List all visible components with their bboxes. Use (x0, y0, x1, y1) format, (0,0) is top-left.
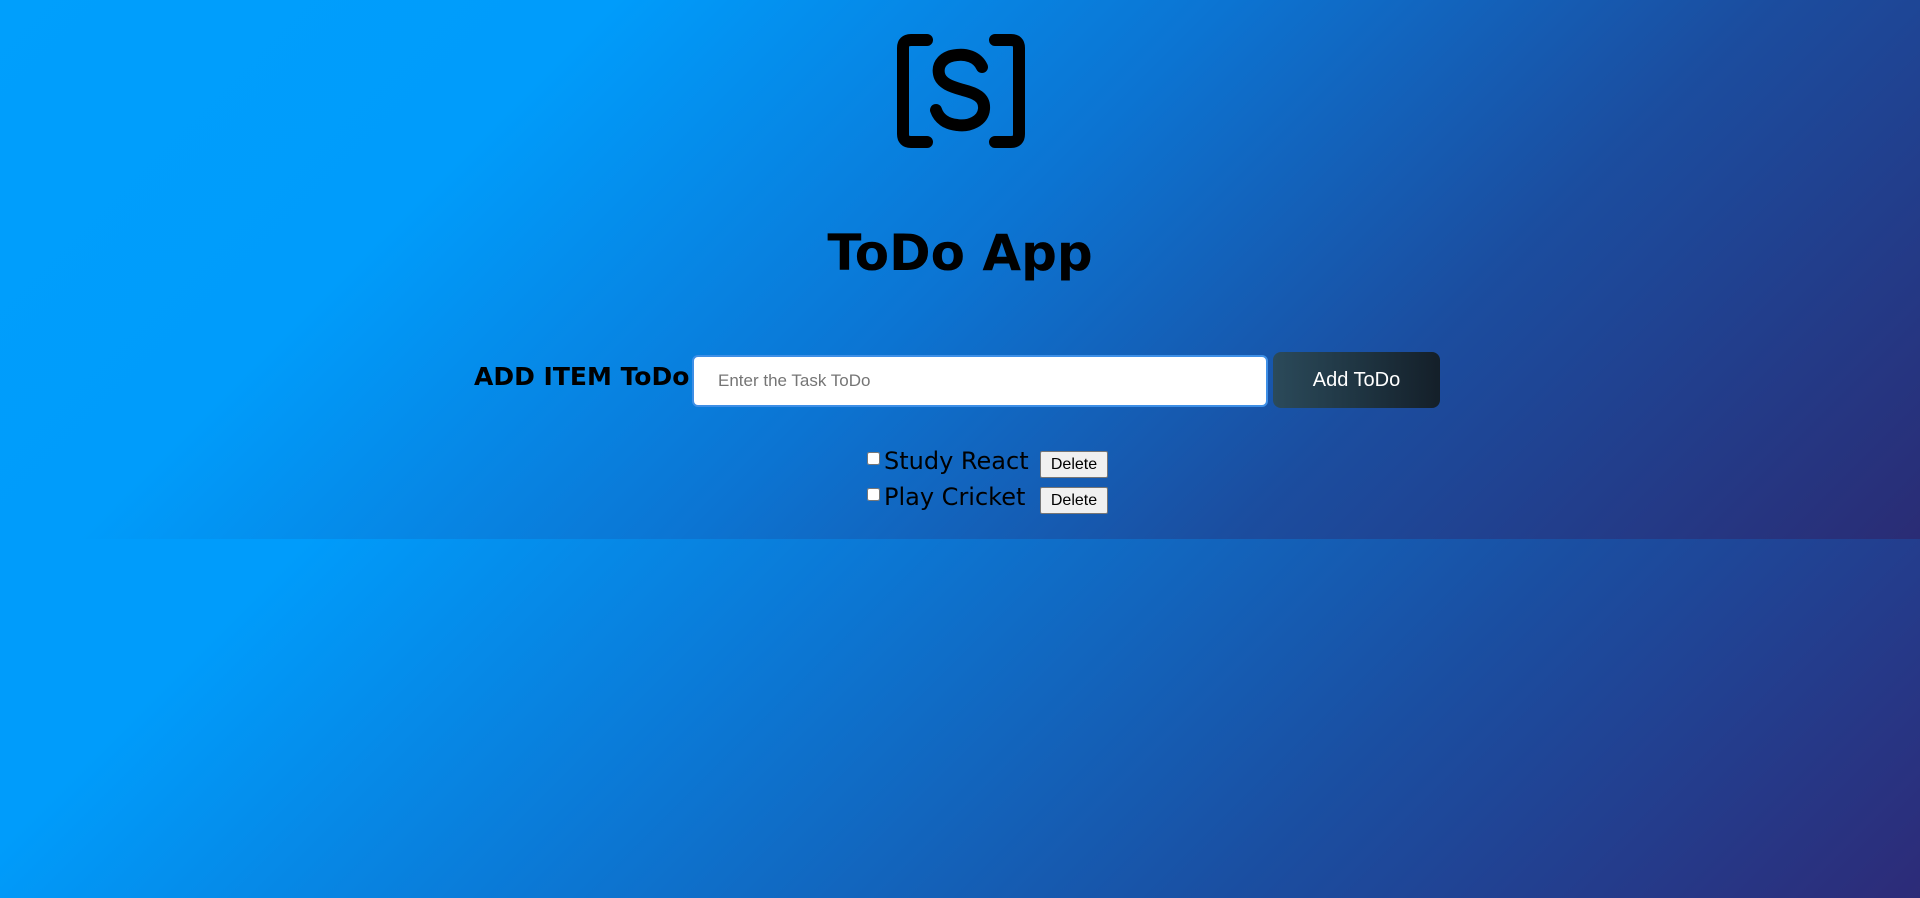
task-input[interactable] (692, 355, 1268, 407)
todo-text: Study React (884, 447, 1029, 475)
todo-checkbox[interactable] (867, 451, 880, 465)
page-title: ToDo App (827, 224, 1093, 282)
todo-text: Play Cricket (884, 483, 1026, 511)
todo-item: Play Cricket Delete (866, 480, 1108, 514)
todo-item: Study React Delete (866, 444, 1108, 478)
add-todo-button[interactable]: Add ToDo (1273, 352, 1440, 408)
delete-button[interactable]: Delete (1040, 487, 1108, 514)
bracket-s-logo-icon (897, 34, 1025, 148)
todo-checkbox[interactable] (867, 487, 880, 501)
delete-button[interactable]: Delete (1040, 451, 1108, 478)
add-item-label: ADD ITEM ToDo : (474, 362, 709, 391)
